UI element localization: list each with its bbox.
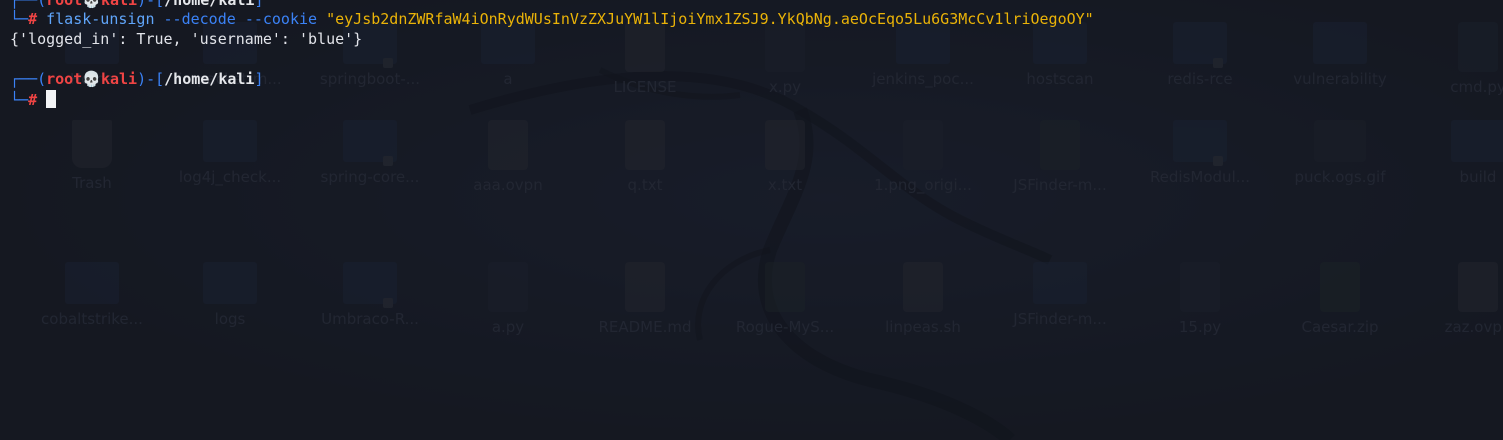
command-program: flask-unsign (46, 10, 155, 28)
prompt-hash: # (28, 91, 38, 109)
text-cursor (46, 90, 57, 108)
prompt-hash: # (28, 10, 38, 28)
prompt-path: /home/kali (164, 0, 255, 9)
prompt-host: kali (100, 0, 138, 9)
current-prompt-line: ┌──(root💀kali)-[/home/kali] (10, 70, 264, 88)
command-output: {'logged_in': True, 'username': 'blue'} (10, 30, 363, 48)
command-flag-cookie: --cookie (244, 10, 318, 28)
terminal-window[interactable]: ┌──(root💀kali)-[/home/kali] └─# flask-un… (0, 0, 1503, 440)
skull-icon: 💀 (82, 0, 101, 9)
input-line[interactable]: └─# (10, 90, 57, 110)
command-line: └─# flask-unsign --decode --cookie "eyJs… (10, 10, 1094, 28)
command-flag-decode: --decode (163, 10, 236, 28)
prompt-path: /home/kali (164, 70, 255, 88)
skull-icon: 💀 (82, 70, 101, 88)
prompt-user: root (46, 70, 83, 88)
command-cookie-value: "eyJsb2dnZWRfaW4iOnRydWUsInVzZXJuYW1lIjo… (326, 10, 1094, 28)
prompt-user: root (46, 0, 83, 9)
prompt-host: kali (100, 70, 138, 88)
